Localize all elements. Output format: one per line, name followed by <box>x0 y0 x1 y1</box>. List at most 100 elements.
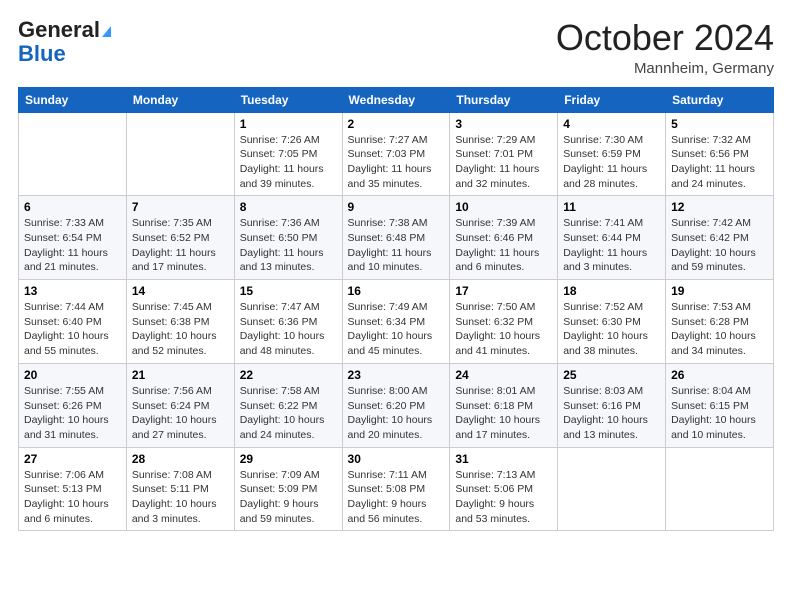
day-number: 1 <box>240 117 337 131</box>
day-detail: Sunrise: 7:58 AMSunset: 6:22 PMDaylight:… <box>240 385 325 441</box>
table-row: 21 Sunrise: 7:56 AMSunset: 6:24 PMDaylig… <box>126 363 234 447</box>
table-row: 7 Sunrise: 7:35 AMSunset: 6:52 PMDayligh… <box>126 196 234 280</box>
day-number: 11 <box>563 200 660 214</box>
table-row: 1 Sunrise: 7:26 AMSunset: 7:05 PMDayligh… <box>234 112 342 196</box>
day-number: 19 <box>671 284 768 298</box>
day-detail: Sunrise: 7:27 AMSunset: 7:03 PMDaylight:… <box>348 134 432 190</box>
table-row <box>558 447 666 531</box>
day-number: 7 <box>132 200 229 214</box>
day-detail: Sunrise: 8:04 AMSunset: 6:15 PMDaylight:… <box>671 385 756 441</box>
day-detail: Sunrise: 7:29 AMSunset: 7:01 PMDaylight:… <box>455 134 539 190</box>
table-row: 24 Sunrise: 8:01 AMSunset: 6:18 PMDaylig… <box>450 363 558 447</box>
day-number: 24 <box>455 368 552 382</box>
day-number: 15 <box>240 284 337 298</box>
table-row: 5 Sunrise: 7:32 AMSunset: 6:56 PMDayligh… <box>666 112 774 196</box>
table-row: 6 Sunrise: 7:33 AMSunset: 6:54 PMDayligh… <box>19 196 127 280</box>
day-detail: Sunrise: 7:50 AMSunset: 6:32 PMDaylight:… <box>455 301 540 357</box>
calendar-week-row: 1 Sunrise: 7:26 AMSunset: 7:05 PMDayligh… <box>19 112 774 196</box>
day-detail: Sunrise: 7:49 AMSunset: 6:34 PMDaylight:… <box>348 301 433 357</box>
table-row: 28 Sunrise: 7:08 AMSunset: 5:11 PMDaylig… <box>126 447 234 531</box>
day-detail: Sunrise: 7:38 AMSunset: 6:48 PMDaylight:… <box>348 217 432 273</box>
day-number: 4 <box>563 117 660 131</box>
location: Mannheim, Germany <box>556 60 774 77</box>
calendar-week-row: 6 Sunrise: 7:33 AMSunset: 6:54 PMDayligh… <box>19 196 774 280</box>
title-block: October 2024 Mannheim, Germany <box>556 18 774 77</box>
header: General Blue October 2024 Mannheim, Germ… <box>18 18 774 77</box>
day-detail: Sunrise: 7:41 AMSunset: 6:44 PMDaylight:… <box>563 217 647 273</box>
calendar-header-row: Sunday Monday Tuesday Wednesday Thursday… <box>19 87 774 112</box>
table-row: 27 Sunrise: 7:06 AMSunset: 5:13 PMDaylig… <box>19 447 127 531</box>
table-row: 12 Sunrise: 7:42 AMSunset: 6:42 PMDaylig… <box>666 196 774 280</box>
calendar-week-row: 27 Sunrise: 7:06 AMSunset: 5:13 PMDaylig… <box>19 447 774 531</box>
day-detail: Sunrise: 7:44 AMSunset: 6:40 PMDaylight:… <box>24 301 109 357</box>
table-row: 3 Sunrise: 7:29 AMSunset: 7:01 PMDayligh… <box>450 112 558 196</box>
table-row: 22 Sunrise: 7:58 AMSunset: 6:22 PMDaylig… <box>234 363 342 447</box>
header-monday: Monday <box>126 87 234 112</box>
day-number: 10 <box>455 200 552 214</box>
day-number: 23 <box>348 368 445 382</box>
day-number: 12 <box>671 200 768 214</box>
day-detail: Sunrise: 7:42 AMSunset: 6:42 PMDaylight:… <box>671 217 756 273</box>
table-row: 30 Sunrise: 7:11 AMSunset: 5:08 PMDaylig… <box>342 447 450 531</box>
day-number: 13 <box>24 284 121 298</box>
day-number: 21 <box>132 368 229 382</box>
logo-general: General <box>18 17 100 42</box>
table-row: 20 Sunrise: 7:55 AMSunset: 6:26 PMDaylig… <box>19 363 127 447</box>
day-detail: Sunrise: 7:55 AMSunset: 6:26 PMDaylight:… <box>24 385 109 441</box>
table-row: 18 Sunrise: 7:52 AMSunset: 6:30 PMDaylig… <box>558 280 666 364</box>
table-row: 19 Sunrise: 7:53 AMSunset: 6:28 PMDaylig… <box>666 280 774 364</box>
header-thursday: Thursday <box>450 87 558 112</box>
day-number: 8 <box>240 200 337 214</box>
calendar: Sunday Monday Tuesday Wednesday Thursday… <box>18 87 774 532</box>
day-detail: Sunrise: 8:00 AMSunset: 6:20 PMDaylight:… <box>348 385 433 441</box>
logo-text: General <box>18 18 111 42</box>
day-number: 31 <box>455 452 552 466</box>
day-number: 9 <box>348 200 445 214</box>
table-row: 2 Sunrise: 7:27 AMSunset: 7:03 PMDayligh… <box>342 112 450 196</box>
day-detail: Sunrise: 8:01 AMSunset: 6:18 PMDaylight:… <box>455 385 540 441</box>
table-row: 13 Sunrise: 7:44 AMSunset: 6:40 PMDaylig… <box>19 280 127 364</box>
day-number: 2 <box>348 117 445 131</box>
table-row: 15 Sunrise: 7:47 AMSunset: 6:36 PMDaylig… <box>234 280 342 364</box>
month-title: October 2024 <box>556 18 774 58</box>
day-number: 28 <box>132 452 229 466</box>
day-number: 22 <box>240 368 337 382</box>
table-row: 26 Sunrise: 8:04 AMSunset: 6:15 PMDaylig… <box>666 363 774 447</box>
logo-arrow-icon <box>102 26 111 37</box>
table-row <box>126 112 234 196</box>
day-number: 18 <box>563 284 660 298</box>
header-sunday: Sunday <box>19 87 127 112</box>
table-row: 29 Sunrise: 7:09 AMSunset: 5:09 PMDaylig… <box>234 447 342 531</box>
day-number: 14 <box>132 284 229 298</box>
table-row: 10 Sunrise: 7:39 AMSunset: 6:46 PMDaylig… <box>450 196 558 280</box>
day-detail: Sunrise: 7:39 AMSunset: 6:46 PMDaylight:… <box>455 217 539 273</box>
day-detail: Sunrise: 7:32 AMSunset: 6:56 PMDaylight:… <box>671 134 755 190</box>
day-number: 16 <box>348 284 445 298</box>
day-number: 27 <box>24 452 121 466</box>
day-number: 30 <box>348 452 445 466</box>
day-number: 26 <box>671 368 768 382</box>
day-detail: Sunrise: 7:52 AMSunset: 6:30 PMDaylight:… <box>563 301 648 357</box>
page: General Blue October 2024 Mannheim, Germ… <box>0 0 792 612</box>
header-friday: Friday <box>558 87 666 112</box>
table-row: 25 Sunrise: 8:03 AMSunset: 6:16 PMDaylig… <box>558 363 666 447</box>
header-wednesday: Wednesday <box>342 87 450 112</box>
table-row: 23 Sunrise: 8:00 AMSunset: 6:20 PMDaylig… <box>342 363 450 447</box>
day-detail: Sunrise: 7:33 AMSunset: 6:54 PMDaylight:… <box>24 217 108 273</box>
day-detail: Sunrise: 7:08 AMSunset: 5:11 PMDaylight:… <box>132 469 217 525</box>
table-row <box>19 112 127 196</box>
day-number: 25 <box>563 368 660 382</box>
day-detail: Sunrise: 7:11 AMSunset: 5:08 PMDaylight:… <box>348 469 427 525</box>
header-saturday: Saturday <box>666 87 774 112</box>
table-row: 14 Sunrise: 7:45 AMSunset: 6:38 PMDaylig… <box>126 280 234 364</box>
logo: General Blue <box>18 18 111 66</box>
table-row: 4 Sunrise: 7:30 AMSunset: 6:59 PMDayligh… <box>558 112 666 196</box>
day-detail: Sunrise: 7:35 AMSunset: 6:52 PMDaylight:… <box>132 217 216 273</box>
day-detail: Sunrise: 7:45 AMSunset: 6:38 PMDaylight:… <box>132 301 217 357</box>
day-number: 5 <box>671 117 768 131</box>
day-detail: Sunrise: 7:13 AMSunset: 5:06 PMDaylight:… <box>455 469 535 525</box>
day-detail: Sunrise: 7:53 AMSunset: 6:28 PMDaylight:… <box>671 301 756 357</box>
table-row: 8 Sunrise: 7:36 AMSunset: 6:50 PMDayligh… <box>234 196 342 280</box>
day-number: 20 <box>24 368 121 382</box>
calendar-week-row: 20 Sunrise: 7:55 AMSunset: 6:26 PMDaylig… <box>19 363 774 447</box>
